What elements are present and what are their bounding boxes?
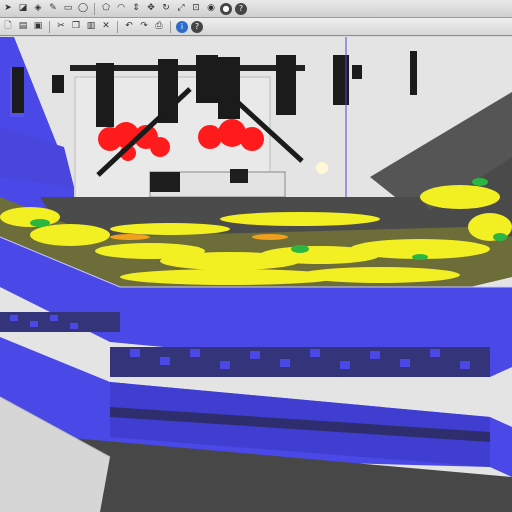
help-icon[interactable]: ? (191, 20, 203, 33)
rectangle-icon[interactable]: ▭ (62, 3, 74, 15)
erase-icon[interactable]: ✕ (100, 21, 112, 33)
camera-icon[interactable]: ◉ (205, 3, 217, 15)
new-file-icon[interactable]: 🗋 (2, 21, 14, 33)
speaker-stack (12, 67, 24, 113)
stage-equipment (150, 172, 180, 192)
speaker-stack (96, 63, 114, 127)
speaker-small (52, 75, 64, 93)
save-icon[interactable]: ▣ (32, 21, 44, 33)
circle-icon[interactable]: ◯ (77, 3, 89, 15)
move-icon[interactable]: ✥ (145, 3, 157, 15)
model-viewport[interactable] (0, 37, 512, 512)
push-pull-icon[interactable]: ⇕ (130, 3, 142, 15)
open-file-icon[interactable]: ▤ (17, 21, 29, 33)
arc-icon[interactable]: ◠ (115, 3, 127, 15)
toolbar-divider (94, 2, 95, 15)
standard-toolbar: 🗋 ▤ ▣ ✂ ❐ ▥ ✕ ↶ ↷ ⎙ i ? (0, 18, 512, 36)
cut-icon[interactable]: ✂ (55, 21, 67, 33)
offset-icon[interactable]: ⊡ (190, 3, 202, 15)
rotate-icon[interactable]: ↻ (160, 3, 172, 15)
stage-equipment (230, 169, 248, 183)
eraser-icon[interactable]: ◪ (17, 3, 29, 15)
toolbar-divider (170, 20, 171, 33)
scale-icon[interactable]: ⤢ (175, 3, 187, 15)
spotlight (316, 162, 328, 174)
speaker-small (352, 65, 362, 79)
toolbar-divider (117, 20, 118, 33)
speaker-stack (196, 55, 218, 103)
pencil-icon[interactable]: ✎ (47, 3, 59, 15)
undo-icon[interactable]: ↶ (123, 21, 135, 33)
paint-bucket-icon[interactable]: ◈ (32, 3, 44, 15)
toolbar-divider (49, 20, 50, 33)
speaker-stack (333, 55, 349, 105)
print-icon[interactable]: ⎙ (153, 21, 165, 33)
copy-icon[interactable]: ❐ (70, 21, 82, 33)
speaker-stack (218, 57, 240, 119)
redo-icon[interactable]: ↷ (138, 21, 150, 33)
speaker-stack (410, 51, 417, 95)
orbit-icon[interactable]: ● (220, 2, 232, 15)
arena-model (0, 37, 512, 512)
select-arrow-icon[interactable]: ➤ (2, 3, 14, 15)
main-toolbar: ➤ ◪ ◈ ✎ ▭ ◯ ⬠ ◠ ⇕ ✥ ↻ ⤢ ⊡ ◉ ● ? (0, 0, 512, 18)
paste-icon[interactable]: ▥ (85, 21, 97, 33)
help-icon[interactable]: ? (235, 2, 247, 15)
polygon-icon[interactable]: ⬠ (100, 3, 112, 15)
speaker-stack (276, 55, 296, 115)
info-icon[interactable]: i (176, 20, 188, 33)
